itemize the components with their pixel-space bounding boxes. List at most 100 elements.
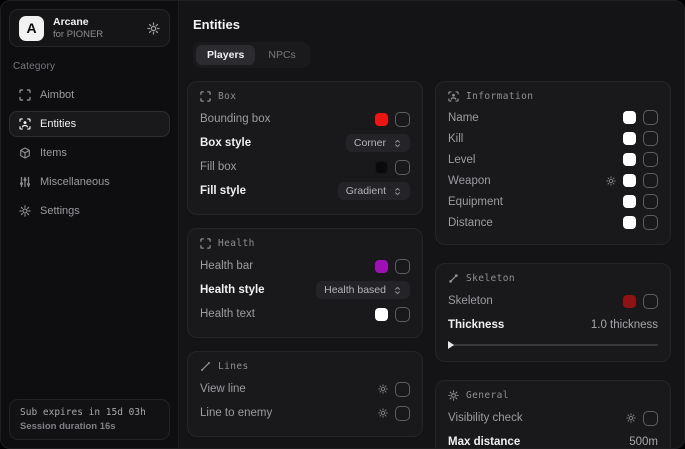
subscription-card: Sub expires in 15d 03h Session duration … [9,399,170,440]
gear-icon[interactable] [626,413,636,423]
row-label: Thickness [448,319,504,331]
health-card-header: Health [200,238,410,249]
card-title: Skeleton [466,273,515,284]
chevron-up-down-icon [393,138,402,149]
entity-type-tabs: Players NPCs [193,42,310,68]
general-card-header: General [448,390,658,401]
row-label: View line [200,383,246,395]
scan-brackets-icon [200,91,211,102]
row-label: Equipment [448,196,503,208]
name-checkbox[interactable] [643,110,658,125]
distance-row: Distance [448,212,658,233]
gear-icon[interactable] [606,176,616,186]
fill-box-checkbox[interactable] [395,160,410,175]
tab-players[interactable]: Players [196,45,255,65]
sidebar-item-aimbot[interactable]: Aimbot [9,82,170,108]
equipment-checkbox[interactable] [643,194,658,209]
distance-checkbox[interactable] [643,215,658,230]
color-swatch[interactable] [375,260,388,273]
row-label: Weapon [448,175,491,187]
color-swatch[interactable] [623,216,636,229]
main-content: Entities Players NPCs Box Bounding box [179,1,684,448]
scan-brackets-icon [200,238,211,249]
kill-checkbox[interactable] [643,131,658,146]
sidebar-item-label: Entities [40,118,76,130]
sidebar-item-entities[interactable]: Entities [9,111,170,137]
card-title: Lines [218,361,249,372]
row-label: Health bar [200,260,253,272]
sidebar-item-miscellaneous[interactable]: Miscellaneous [9,169,170,195]
weapon-checkbox[interactable] [643,173,658,188]
person-scan-icon [448,91,459,102]
fill-style-dropdown[interactable]: Gradient [338,182,410,200]
health-bar-checkbox[interactable] [395,259,410,274]
box-card-header: Box [200,91,410,102]
sidebar-item-items[interactable]: Items [9,140,170,166]
thickness-row: Thickness 1.0 thickness [448,313,658,337]
skeleton-card-header: Skeleton [448,273,658,284]
slider-thumb[interactable] [448,341,454,349]
box-style-row: Box style Corner [200,131,410,155]
chevron-up-down-icon [393,285,402,296]
app-title-block: Arcane for PIONER [53,16,103,41]
lines-card-header: Lines [200,361,410,372]
chevron-up-down-icon [393,186,402,197]
health-text-checkbox[interactable] [395,307,410,322]
box-style-dropdown[interactable]: Corner [346,134,410,152]
row-label: Level [448,154,476,166]
app-name: Arcane [53,16,103,29]
app-logo: A [19,16,44,41]
color-swatch[interactable] [623,195,636,208]
line-to-enemy-checkbox[interactable] [395,406,410,421]
health-style-dropdown[interactable]: Health based [316,281,410,299]
row-label: Health text [200,308,255,320]
name-row: Name [448,107,658,128]
page-title: Entities [193,17,671,32]
row-label: Bounding box [200,113,270,125]
row-label: Kill [448,133,463,145]
skeleton-row: Skeleton [448,289,658,313]
sidebar-item-settings[interactable]: Settings [9,198,170,224]
skeleton-checkbox[interactable] [643,294,658,309]
color-swatch[interactable] [375,161,388,174]
thickness-value: 1.0 thickness [591,319,658,331]
color-swatch[interactable] [623,153,636,166]
card-title: Box [218,91,236,102]
level-checkbox[interactable] [643,152,658,167]
bone-icon [448,273,459,284]
dropdown-value: Corner [354,137,386,149]
thickness-slider[interactable] [448,340,658,350]
gear-icon[interactable] [378,384,388,394]
view-line-row: View line [200,377,410,401]
sidebar: A Arcane for PIONER Category Aimbot Enti… [1,1,179,448]
color-swatch[interactable] [375,113,388,126]
color-swatch[interactable] [623,295,636,308]
settings-gear-icon[interactable] [147,22,160,35]
level-row: Level [448,149,658,170]
row-label: Health style [200,284,265,296]
bounding-box-checkbox[interactable] [395,112,410,127]
row-label: Box style [200,137,251,149]
visibility-check-checkbox[interactable] [643,411,658,426]
view-line-checkbox[interactable] [395,382,410,397]
general-card: General Visibility check Max distance 50… [435,380,671,449]
session-duration-text: Session duration 16s [20,421,159,432]
line-to-enemy-row: Line to enemy [200,401,410,425]
color-swatch[interactable] [623,174,636,187]
gear-icon[interactable] [378,408,388,418]
right-column: Information Name Kill [435,81,671,449]
fill-style-row: Fill style Gradient [200,179,410,203]
person-scan-icon [19,118,31,130]
row-label: Line to enemy [200,407,272,419]
sliders-icon [19,176,31,188]
color-swatch[interactable] [623,132,636,145]
color-swatch[interactable] [375,308,388,321]
left-column: Box Bounding box Box style Corne [187,81,423,437]
slider-track [448,344,658,346]
app-header-card: A Arcane for PIONER [9,9,170,47]
weapon-row: Weapon [448,170,658,191]
color-swatch[interactable] [623,111,636,124]
information-card: Information Name Kill [435,81,671,245]
tab-npcs[interactable]: NPCs [257,45,306,65]
row-label: Visibility check [448,412,523,424]
